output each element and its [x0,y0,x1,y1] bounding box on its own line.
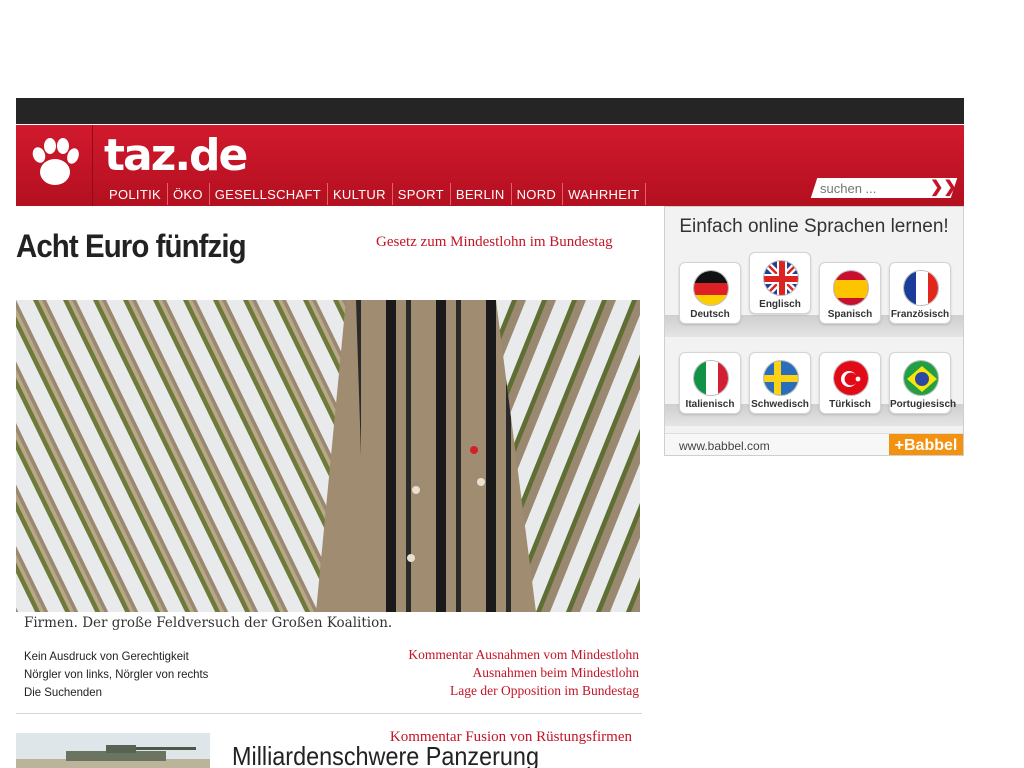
related-link[interactable]: Ausnahmen beim Mindestlohn [408,664,639,682]
nav-gesellschaft[interactable]: GESELLSCHAFT [210,183,328,205]
paw-logo-icon[interactable] [16,125,93,206]
brazil-flag-icon [903,360,939,396]
sweden-flag-icon [763,360,799,396]
france-flag-icon [903,270,939,306]
lang-deutsch[interactable]: Deutsch [679,262,741,324]
related-link[interactable]: Kein Ausdruck von Gerechtigkeit [24,647,208,665]
divider [16,713,642,714]
spain-flag-icon [833,270,869,306]
search-box: ❯❯ [810,178,958,198]
site-title[interactable]: taz.de [104,129,248,183]
second-article-thumbnail[interactable] [16,733,210,768]
nav-politik[interactable]: POLITIK [104,183,168,205]
lead-kicker-link[interactable]: Gesetz zum Mindestlohn im Bundestag [376,234,613,251]
nav-berlin[interactable]: BERLIN [451,183,512,205]
italy-flag-icon [693,360,729,396]
related-link[interactable]: Lage der Opposition im Bundestag [408,682,639,700]
lang-englisch[interactable]: Englisch [749,252,811,314]
search-input[interactable] [820,179,926,197]
nav-wahrheit[interactable]: WAHRHEIT [563,183,647,205]
related-links-right: Kommentar Ausnahmen vom Mindestlohn Ausn… [408,646,639,700]
ad-footer: www.babbel.com +Babbel [665,433,963,455]
nav-nord[interactable]: NORD [512,183,564,205]
lang-tuerkisch[interactable]: Türkisch [819,352,881,414]
turkey-flag-icon [833,360,869,396]
nav-sport[interactable]: SPORT [393,183,451,205]
main-nav: POLITIK ÖKO GESELLSCHAFT KULTUR SPORT BE… [104,183,647,205]
nav-kultur[interactable]: KULTUR [328,183,393,205]
top-bar [16,98,964,124]
lang-schwedisch[interactable]: Schwedisch [749,352,811,414]
site-header: taz.de POLITIK ÖKO GESELLSCHAFT KULTUR S… [16,125,964,206]
germany-flag-icon [693,270,729,306]
related-link[interactable]: Kommentar Ausnahmen vom Mindestlohn [408,646,639,664]
related-link[interactable]: Die Suchenden [24,683,208,701]
lead-teaser: Firmen. Der große Feldversuch der Großen… [24,615,393,631]
search-submit-icon[interactable]: ❯❯ [930,178,957,198]
related-link[interactable]: Nörgler von links, Nörgler von rechts [24,665,208,683]
related-links-left: Kein Ausdruck von Gerechtigkeit Nörgler … [24,647,218,701]
nav-oeko[interactable]: ÖKO [168,183,210,205]
ad-title: Einfach online Sprachen lernen! [679,216,949,237]
lang-franzoesisch[interactable]: Französisch [889,262,951,324]
babbel-logo[interactable]: +Babbel [889,434,963,455]
second-headline[interactable]: Milliardenschwere Panzerung [232,741,539,768]
babbel-ad[interactable]: Einfach online Sprachen lernen! Deutsch … [664,206,964,456]
lang-spanisch[interactable]: Spanisch [819,262,881,324]
uk-flag-icon [763,260,799,296]
lead-photo[interactable] [16,300,640,612]
lead-headline[interactable]: Acht Euro fünfzig [16,228,247,265]
lang-portugiesisch[interactable]: Portugiesisch [889,352,956,414]
lang-italienisch[interactable]: Italienisch [679,352,741,414]
ad-url-link[interactable]: www.babbel.com [679,439,770,453]
